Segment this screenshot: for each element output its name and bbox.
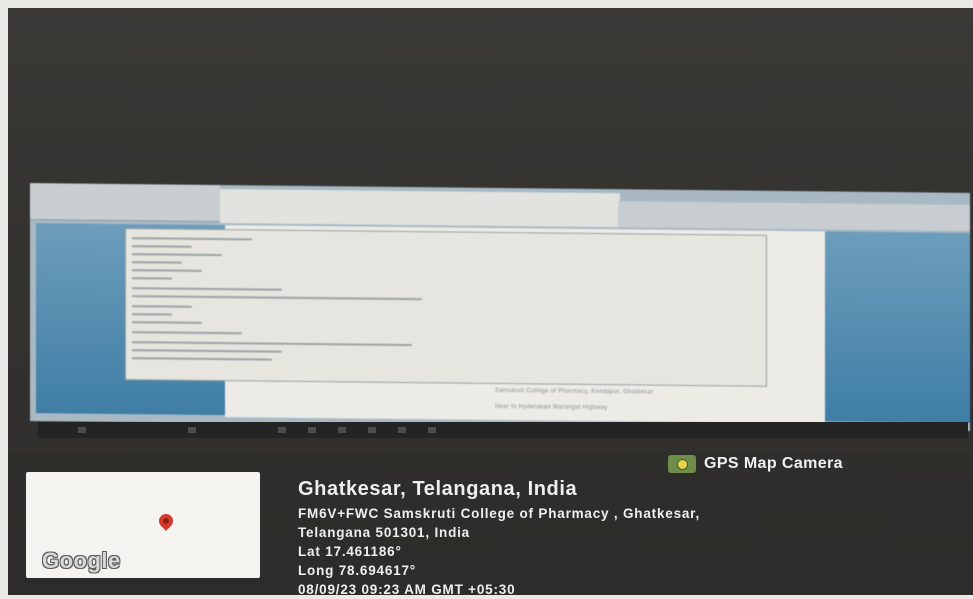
taskbar-app-icon [398,427,406,433]
text-line [132,295,422,301]
address-line-1: FM6V+FWC Samskruti College of Pharmacy ,… [298,506,701,521]
text-line [132,341,412,347]
toolbar-right [618,201,970,231]
taskbar-app-icon [338,427,346,433]
document-line-1: Samskruti College of Pharmacy, Kondapur,… [495,387,654,396]
text-line [132,313,172,316]
taskbar-app-icon [308,427,316,433]
gps-badge-label: GPS Map Camera [704,455,843,472]
map-camera-icon [668,455,696,473]
taskbar-app-icon [188,427,196,433]
monitor-screen: Samskruti College of Pharmacy, Kondapur,… [30,183,970,431]
longitude: Long 78.694617° [298,563,416,578]
taskbar-app-icon [78,427,86,433]
text-line [132,253,222,257]
text-line [132,305,192,308]
location-title: Ghatkesar, Telangana, India [298,478,578,500]
text-line [132,331,242,335]
text-line [132,357,272,361]
text-line [132,287,282,291]
taskbar-app-icon [368,427,376,433]
toolbar-middle [220,189,620,228]
text-line [132,237,252,241]
location-pin-icon [156,511,176,531]
location-info: Ghatkesar, Telangana, India FM6V+FWC Sam… [298,478,700,599]
google-logo: Google [42,548,121,573]
document-line-2: Near to Hyderabad Warangal Highway [495,403,608,412]
address-line-2: Telangana 501301, India [298,525,470,540]
gps-map-camera-badge: GPS Map Camera [668,453,843,475]
text-line [132,261,182,264]
desktop-wallpaper-right [820,231,970,423]
taskbar-app-icon [278,427,286,433]
text-editor-window [125,228,767,387]
taskbar [38,422,968,438]
text-line [132,245,192,248]
toolbar-left [30,183,220,223]
taskbar-app-icon [428,427,436,433]
text-line [132,269,202,272]
latitude: Lat 17.461186° [298,544,402,559]
map-thumbnail: Google [26,472,260,578]
text-line [132,349,282,353]
datetime: 08/09/23 09:23 AM GMT +05:30 [298,582,516,597]
text-line [132,277,172,280]
text-line [132,321,202,324]
